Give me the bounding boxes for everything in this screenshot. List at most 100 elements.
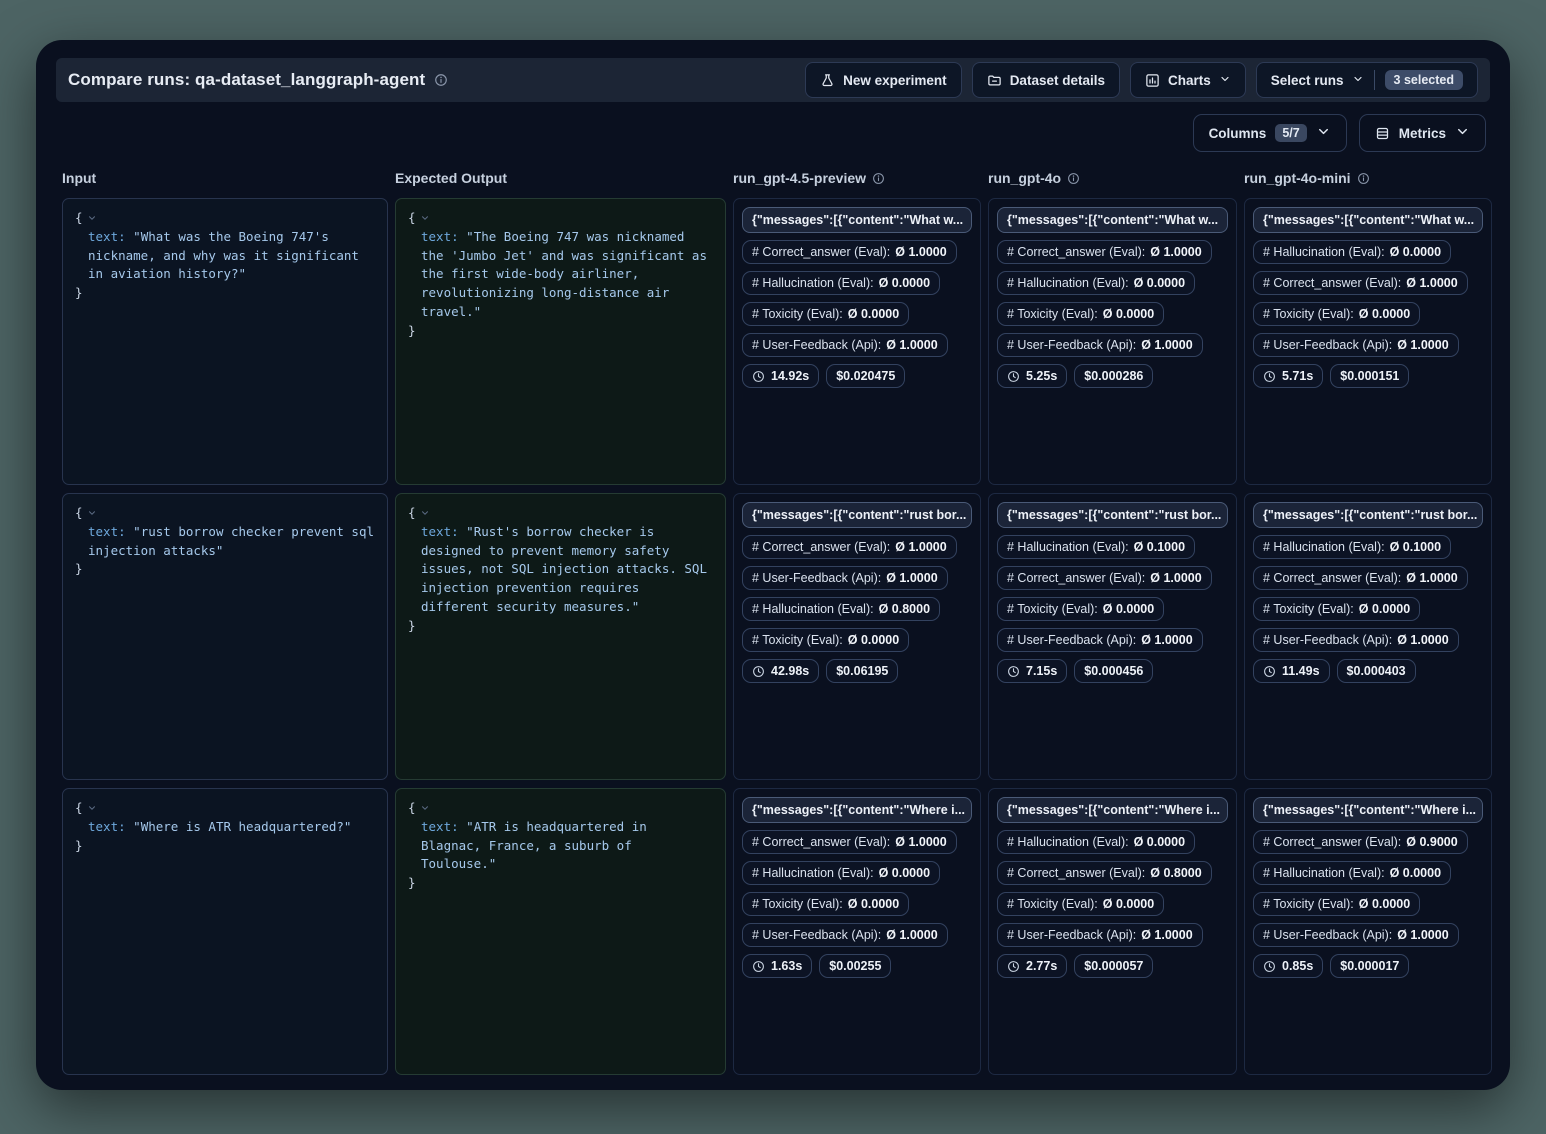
select-runs-button[interactable]: Select runs 3 selected [1256,62,1478,98]
collapse-chevron-icon[interactable] [420,803,430,813]
metric-chip[interactable]: # Toxicity (Eval):Ø 0.0000 [1253,892,1420,916]
cost-chip[interactable]: $0.000057 [1074,954,1153,978]
cost-chip[interactable]: $0.000151 [1330,364,1409,388]
metric-label: # Hallucination (Eval): [752,602,874,616]
folder-icon [987,73,1002,88]
metric-chip[interactable]: # Hallucination (Eval):Ø 0.0000 [742,861,940,885]
json-key: text: [88,524,126,539]
metric-chip[interactable]: # Toxicity (Eval):Ø 0.0000 [997,892,1164,916]
run-info-icon[interactable] [872,172,885,185]
collapse-chevron-icon[interactable] [87,508,97,518]
metric-chip[interactable]: # Hallucination (Eval):Ø 0.1000 [1253,535,1451,559]
metric-chip[interactable]: # User-Feedback (Api):Ø 1.0000 [742,923,948,947]
input-cell[interactable]: { text: "What was the Boeing 747's nickn… [62,198,388,485]
cost-chip[interactable]: $0.020475 [826,364,905,388]
collapse-chevron-icon[interactable] [420,213,430,223]
latency-chip[interactable]: 1.63s [742,954,812,978]
metric-chip[interactable]: # Toxicity (Eval):Ø 0.0000 [997,597,1164,621]
latency-chip[interactable]: 42.98s [742,659,819,683]
latency-chip[interactable]: 0.85s [1253,954,1323,978]
metric-chip[interactable]: # Correct_answer (Eval):Ø 0.9000 [1253,830,1468,854]
message-preview-chip[interactable]: {"messages":[{"content":"rust bor... [1253,502,1483,528]
new-experiment-button[interactable]: New experiment [805,62,962,98]
metric-chip[interactable]: # User-Feedback (Api):Ø 1.0000 [742,333,948,357]
metric-chip[interactable]: # Hallucination (Eval):Ø 0.1000 [997,535,1195,559]
metric-chip[interactable]: # Correct_answer (Eval):Ø 1.0000 [742,830,957,854]
expected-output-cell[interactable]: { text: "The Boeing 747 was nicknamed th… [395,198,726,485]
json-string-value: "Rust's borrow checker is designed to pr… [421,524,707,614]
input-cell[interactable]: { text: "rust borrow checker prevent sql… [62,493,388,780]
metric-chip[interactable]: # User-Feedback (Api):Ø 1.0000 [997,628,1203,652]
metric-chip[interactable]: # Toxicity (Eval):Ø 0.0000 [742,892,909,916]
expected-output-cell[interactable]: { text: "Rust's borrow checker is design… [395,493,726,780]
cost-chip[interactable]: $0.000456 [1074,659,1153,683]
latency-chip[interactable]: 14.92s [742,364,819,388]
run-cell: {"messages":[{"content":"Where i... # Co… [733,788,981,1075]
metric-chip[interactable]: # User-Feedback (Api):Ø 1.0000 [997,923,1203,947]
metric-chip[interactable]: # Hallucination (Eval):Ø 0.8000 [742,597,940,621]
cost-chip[interactable]: $0.000403 [1337,659,1416,683]
message-preview-chip[interactable]: {"messages":[{"content":"Where i... [742,797,972,823]
run-info-icon[interactable] [1357,172,1370,185]
metric-chip[interactable]: # User-Feedback (Api):Ø 1.0000 [1253,923,1459,947]
message-preview-chip[interactable]: {"messages":[{"content":"Where i... [997,797,1228,823]
run-info-icon[interactable] [1067,172,1080,185]
collapse-chevron-icon[interactable] [87,803,97,813]
latency-chip[interactable]: 2.77s [997,954,1067,978]
metric-chip[interactable]: # Correct_answer (Eval):Ø 1.0000 [997,566,1212,590]
metric-chip[interactable]: # Toxicity (Eval):Ø 0.0000 [742,628,909,652]
metric-chip[interactable]: # Toxicity (Eval):Ø 0.0000 [1253,597,1420,621]
cost-chip[interactable]: $0.06195 [826,659,898,683]
metric-value: Ø 0.0000 [1134,835,1185,849]
metric-chip[interactable]: # User-Feedback (Api):Ø 1.0000 [742,566,948,590]
metric-label: # Hallucination (Eval): [1007,540,1129,554]
metric-chip[interactable]: # Correct_answer (Eval):Ø 0.8000 [997,861,1212,885]
message-preview-chip[interactable]: {"messages":[{"content":"What w... [1253,207,1483,233]
title-info-icon[interactable] [434,73,448,87]
input-cell[interactable]: { text: "Where is ATR headquartered?" } [62,788,388,1075]
metric-chip[interactable]: # User-Feedback (Api):Ø 1.0000 [1253,333,1459,357]
metric-chip[interactable]: # Hallucination (Eval):Ø 0.0000 [1253,861,1451,885]
metric-chip[interactable]: # Correct_answer (Eval):Ø 1.0000 [1253,271,1468,295]
message-preview-chip[interactable]: {"messages":[{"content":"Where i... [1253,797,1483,823]
metric-chip[interactable]: # Correct_answer (Eval):Ø 1.0000 [742,240,957,264]
metric-chip[interactable]: # Hallucination (Eval):Ø 0.0000 [1253,240,1451,264]
cost-chip[interactable]: $0.000286 [1074,364,1153,388]
message-preview-chip[interactable]: {"messages":[{"content":"What w... [997,207,1228,233]
message-preview-chip[interactable]: {"messages":[{"content":"rust bor... [742,502,972,528]
charts-button[interactable]: Charts [1130,62,1246,98]
metric-chip[interactable]: # Toxicity (Eval):Ø 0.0000 [1253,302,1420,326]
metric-chip[interactable]: # Hallucination (Eval):Ø 0.0000 [997,271,1195,295]
metric-value: Ø 1.0000 [1406,571,1457,585]
expected-output-cell[interactable]: { text: "ATR is headquartered in Blagnac… [395,788,726,1075]
message-preview-chip[interactable]: {"messages":[{"content":"rust bor... [997,502,1228,528]
cost-chip[interactable]: $0.00255 [819,954,891,978]
metric-chip[interactable]: # Correct_answer (Eval):Ø 1.0000 [742,535,957,559]
collapse-chevron-icon[interactable] [420,508,430,518]
metrics-dropdown[interactable]: Metrics [1359,114,1486,152]
metric-label: # User-Feedback (Api): [1007,338,1136,352]
dataset-details-button[interactable]: Dataset details [972,62,1120,98]
columns-dropdown[interactable]: Columns 5/7 [1193,114,1347,152]
latency-chip[interactable]: 7.15s [997,659,1067,683]
metric-label: # User-Feedback (Api): [1007,928,1136,942]
metric-chip[interactable]: # Toxicity (Eval):Ø 0.0000 [742,302,909,326]
new-experiment-label: New experiment [843,73,947,88]
metric-chip[interactable]: # Hallucination (Eval):Ø 0.0000 [997,830,1195,854]
metric-chip[interactable]: # Correct_answer (Eval):Ø 1.0000 [1253,566,1468,590]
metric-chip[interactable]: # Correct_answer (Eval):Ø 1.0000 [997,240,1212,264]
chevron-down-icon [1352,73,1364,88]
column-header-input: Input [62,170,388,186]
cost-chip[interactable]: $0.000017 [1330,954,1409,978]
metric-chip[interactable]: # Hallucination (Eval):Ø 0.0000 [742,271,940,295]
json-key: text: [421,819,459,834]
latency-chip[interactable]: 5.71s [1253,364,1323,388]
latency-chip[interactable]: 5.25s [997,364,1067,388]
metric-chip[interactable]: # User-Feedback (Api):Ø 1.0000 [1253,628,1459,652]
metric-chip[interactable]: # User-Feedback (Api):Ø 1.0000 [997,333,1203,357]
metric-chip[interactable]: # Toxicity (Eval):Ø 0.0000 [997,302,1164,326]
run-cell: {"messages":[{"content":"rust bor... # H… [1244,493,1492,780]
collapse-chevron-icon[interactable] [87,213,97,223]
message-preview-chip[interactable]: {"messages":[{"content":"What w... [742,207,972,233]
latency-chip[interactable]: 11.49s [1253,659,1330,683]
